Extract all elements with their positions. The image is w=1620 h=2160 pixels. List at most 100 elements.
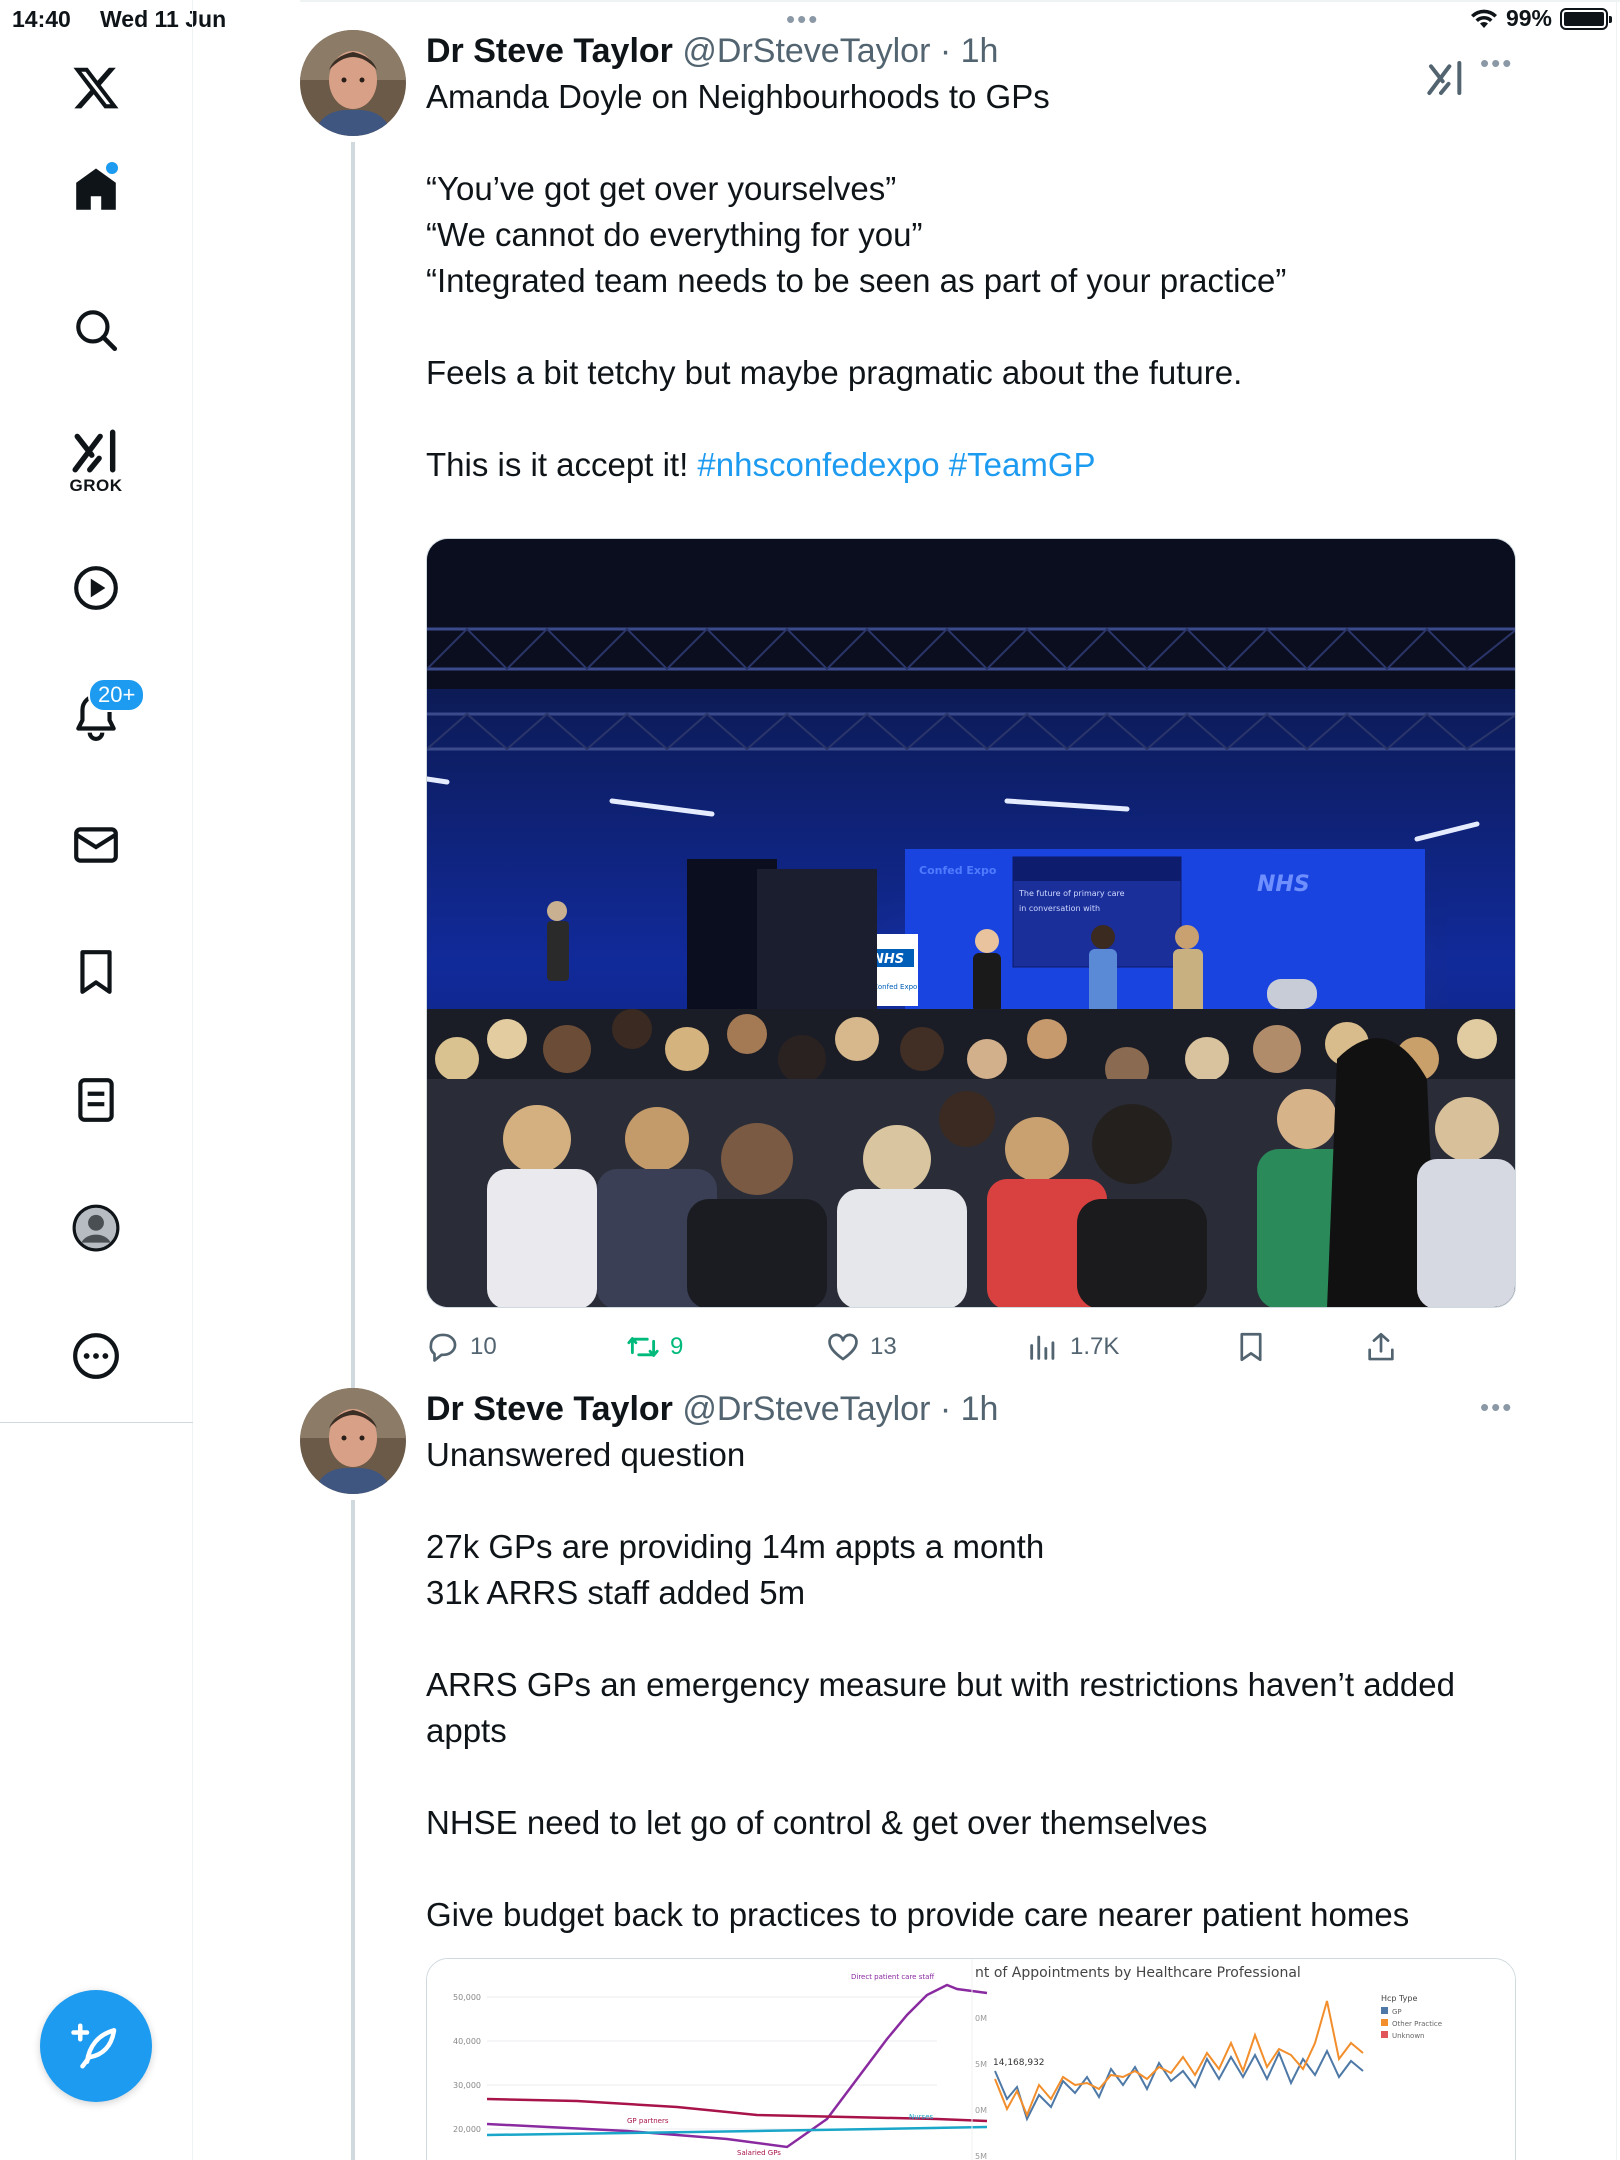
y-tick-label: 40,000 <box>453 2037 481 2046</box>
bookmark-icon <box>80 950 112 994</box>
avatar[interactable] <box>300 1388 406 1494</box>
x-logo-button[interactable] <box>56 48 136 128</box>
tweet-line: “Integrated team needs to be seen as par… <box>426 262 1287 299</box>
tweet-line: Feels a bit tetchy but maybe pragmatic a… <box>426 354 1243 391</box>
tweet-line: “We cannot do everything for you” <box>426 216 923 253</box>
tweet-chart-image[interactable]: 50,000 40,000 30,000 20,000 Direct patie… <box>426 1958 1516 2160</box>
sidebar-item-lists[interactable] <box>56 1060 136 1140</box>
home-unread-dot <box>106 162 118 174</box>
y-tick-label: 50,000 <box>453 1993 481 2002</box>
tweet[interactable]: Dr Steve Taylor @DrSteveTaylor · 1h ••• … <box>300 1388 1620 2160</box>
share-icon <box>1368 1332 1394 1361</box>
author-handle[interactable]: @DrSteveTaylor <box>682 32 930 70</box>
battery-icon <box>1560 7 1612 30</box>
notifications-badge: 20+ <box>88 678 146 712</box>
sidebar-nav: GROK 20+ <box>0 0 193 2160</box>
sidebar-item-bookmarks[interactable] <box>56 932 136 1012</box>
bookmark-icon <box>1240 1332 1262 1362</box>
search-icon <box>76 310 118 352</box>
views-icon <box>1030 1335 1055 1360</box>
bookmark-button[interactable] <box>1234 1330 1268 1364</box>
tweet-time[interactable]: 1h <box>961 1390 999 1428</box>
author-name[interactable]: Dr Steve Taylor <box>426 32 673 70</box>
user-icon <box>72 1204 120 1252</box>
tweet-header: Dr Steve Taylor @DrSteveTaylor · 1h <box>426 1390 998 1429</box>
grok-label: GROK <box>69 476 123 495</box>
mail-icon <box>74 827 118 863</box>
sidebar-item-profile[interactable] <box>56 1188 136 1268</box>
reply-icon <box>429 1333 457 1362</box>
tweet-header: Dr Steve Taylor @DrSteveTaylor · 1h <box>426 32 998 71</box>
separator-dot: · <box>939 32 952 70</box>
avatar[interactable] <box>300 30 406 136</box>
tweet-line: ARRS GPs an emergency measure but with r… <box>426 1666 1455 1703</box>
tweet-line: 31k ARRS staff added 5m <box>426 1574 806 1611</box>
share-button[interactable] <box>1364 1330 1398 1364</box>
sidebar-item-notifications[interactable]: 20+ <box>56 676 146 756</box>
grok-icon <box>72 429 116 473</box>
svg-text:in conversation with: in conversation with <box>1019 904 1100 913</box>
list-icon <box>78 1078 114 1122</box>
tweet-photo[interactable]: The future of primary care in conversati… <box>426 538 1516 1308</box>
tweet-text: Unanswered question 27k GPs are providin… <box>426 1432 1526 1938</box>
timeline-top-border <box>300 0 1620 2</box>
views-button[interactable]: 1.7K <box>1026 1330 1119 1364</box>
retweet-count: 9 <box>670 1333 684 1360</box>
legend-item: GP <box>1392 2008 1402 2016</box>
like-button[interactable]: 13 <box>826 1330 897 1364</box>
photo-sign-text: NHS <box>1257 872 1310 897</box>
series-label: Salaried GPs <box>737 2149 781 2157</box>
compose-button[interactable] <box>40 1990 152 2102</box>
photo-sign-text: Confed Expo <box>873 983 917 991</box>
tweet-line: 27k GPs are providing 14m appts a month <box>426 1528 1045 1565</box>
legend-title: Hcp Type <box>1381 1994 1417 2003</box>
tweet-line: Amanda Doyle on Neighbourhoods to GPs <box>426 78 1050 115</box>
battery-percent: 99% <box>1505 5 1552 31</box>
legend-swatch <box>1381 2007 1388 2014</box>
view-count: 1.7K <box>1070 1333 1120 1360</box>
tweet-line: appts <box>426 1712 507 1749</box>
svg-text:The future of primary care: The future of primary care <box>1018 889 1125 898</box>
play-icon <box>74 566 118 610</box>
tweet-line-text: This is it accept it! <box>426 446 689 483</box>
hashtag-link[interactable]: #TeamGP <box>949 446 1096 483</box>
tweet-line: Give budget back to practices to provide… <box>426 1896 1410 1933</box>
tweet-time[interactable]: 1h <box>961 32 999 70</box>
sidebar-item-grok[interactable]: GROK <box>56 412 136 512</box>
sidebar-item-explore[interactable] <box>56 290 136 370</box>
author-handle[interactable]: @DrSteveTaylor <box>682 1390 930 1428</box>
tweet-more-icon[interactable]: ••• <box>1480 1392 1513 1423</box>
sidebar-item-videos[interactable] <box>56 548 136 628</box>
y-tick-label: 0M <box>975 2106 987 2115</box>
y-tick-label: 0M <box>975 2014 987 2023</box>
series-label: Nurses <box>909 2113 934 2121</box>
more-icon <box>73 1333 119 1379</box>
hashtag-link[interactable]: #nhsconfedexpo <box>697 446 939 483</box>
sidebar-item-more[interactable] <box>56 1316 136 1396</box>
reply-button[interactable]: 10 <box>426 1330 497 1364</box>
tweet-line: Unanswered question <box>426 1436 746 1473</box>
legend-swatch <box>1381 2019 1388 2026</box>
retweet-icon <box>627 1337 659 1357</box>
separator-dot: · <box>939 1390 952 1428</box>
series-label: GP partners <box>627 2117 669 2125</box>
legend-swatch <box>1381 2031 1388 2038</box>
sidebar-item-home[interactable] <box>56 150 136 230</box>
x-logo-icon <box>73 67 119 109</box>
heart-icon <box>828 1333 858 1361</box>
legend-item: Other Practice <box>1392 2020 1442 2028</box>
retweet-button[interactable]: 9 <box>626 1330 683 1364</box>
nav-divider <box>0 1422 193 1423</box>
author-name[interactable]: Dr Steve Taylor <box>426 1390 673 1428</box>
tweet[interactable]: Dr Steve Taylor @DrSteveTaylor · 1h ••• … <box>300 30 1620 1390</box>
wifi-icon <box>1470 9 1497 28</box>
sidebar-item-messages[interactable] <box>56 805 136 885</box>
tweet-line: NHSE need to let go of control & get ove… <box>426 1804 1208 1841</box>
photo-sign-text: Confed Expo <box>919 864 997 877</box>
reply-count: 10 <box>470 1333 497 1360</box>
thread-line <box>351 1500 355 2160</box>
avatar-photo <box>300 30 406 136</box>
y-tick-label: 20,000 <box>453 2125 481 2134</box>
tweet-line: “You’ve got get over yourselves” <box>426 170 897 207</box>
avatar-photo <box>300 1388 406 1494</box>
